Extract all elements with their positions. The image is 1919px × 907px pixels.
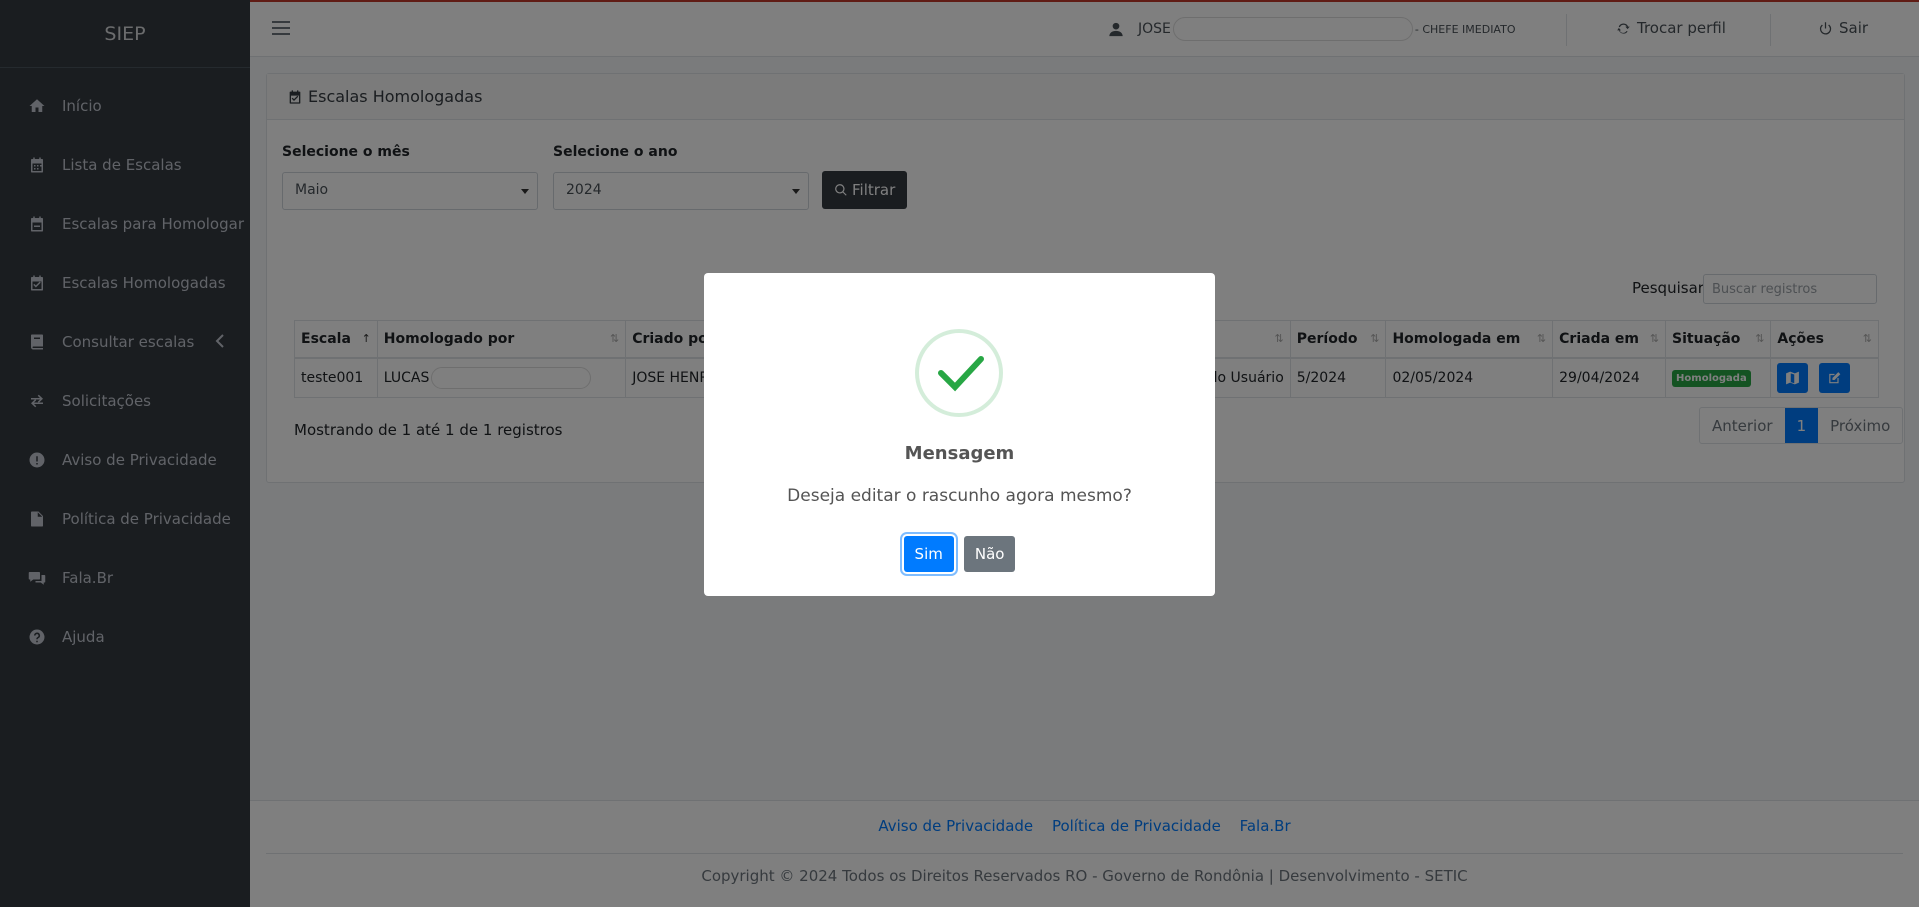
check-icon [938,356,984,392]
cancel-button[interactable]: Não [963,536,1016,572]
modal-backdrop[interactable]: Mensagem Deseja editar o rascunho agora … [0,0,1919,907]
confirm-button[interactable]: Sim [903,536,954,572]
confirm-dialog: Mensagem Deseja editar o rascunho agora … [704,273,1215,596]
dialog-message: Deseja editar o rascunho agora mesmo? [787,486,1132,506]
success-check-icon [915,329,1003,417]
dialog-actions: Sim Não [704,536,1215,572]
dialog-title: Mensagem [904,443,1015,464]
